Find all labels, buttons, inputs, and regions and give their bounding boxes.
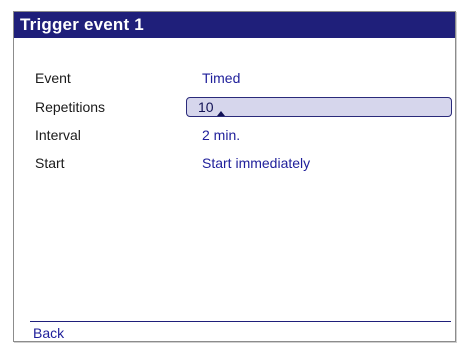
setting-row-event[interactable]: Event Timed — [14, 67, 455, 89]
footer-divider — [30, 321, 451, 322]
setting-row-repetitions[interactable]: Repetitions 10 — [14, 96, 455, 118]
setting-row-interval[interactable]: Interval 2 min. — [14, 124, 455, 146]
event-value[interactable]: Timed — [202, 67, 240, 89]
start-label: Start — [35, 155, 65, 171]
trigger-event-screen: Trigger event 1 Event Timed Repetitions … — [13, 11, 456, 342]
text-cursor-icon — [217, 111, 225, 116]
setting-row-start[interactable]: Start Start immediately — [14, 152, 455, 174]
event-label: Event — [35, 70, 71, 86]
back-button[interactable]: Back — [33, 324, 64, 342]
interval-value[interactable]: 2 min. — [202, 124, 240, 146]
repetitions-input[interactable]: 10 — [186, 97, 452, 117]
window-title: Trigger event 1 — [14, 12, 455, 38]
repetitions-label: Repetitions — [35, 99, 106, 115]
start-value[interactable]: Start immediately — [202, 152, 310, 174]
interval-label: Interval — [35, 127, 81, 143]
repetitions-value[interactable]: 10 — [198, 98, 214, 117]
